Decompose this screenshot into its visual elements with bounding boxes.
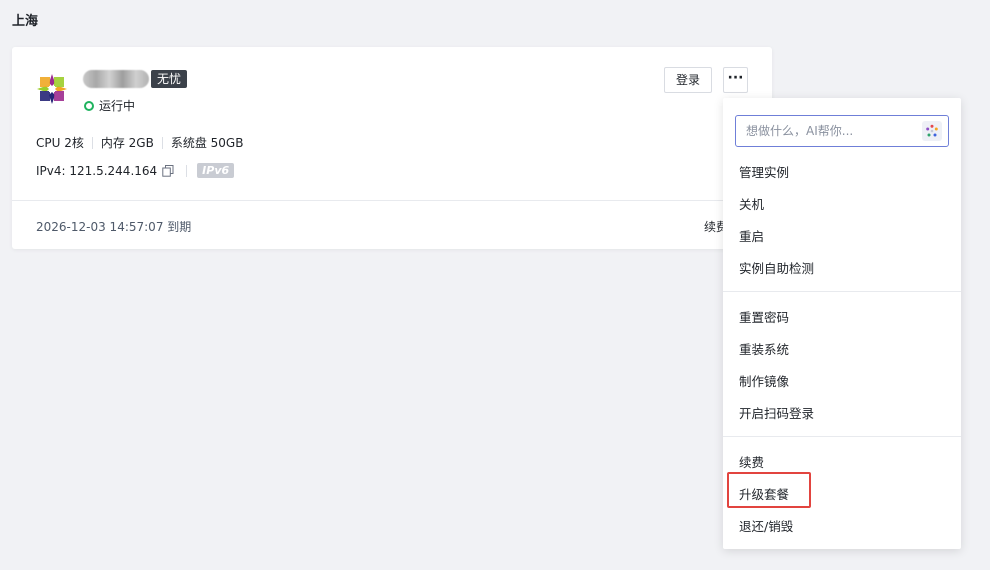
spec-divider [91, 136, 93, 149]
menu-divider [723, 291, 961, 292]
ip-row: IPv4: 121.5.244.164 IPv6 [36, 163, 235, 178]
menu-item-self-check[interactable]: 实例自助检测 [739, 258, 814, 277]
spec-disk: 系统盘 50GB [170, 136, 244, 150]
card-divider [12, 200, 772, 201]
instance-card: 无忧 运行中 CPU 2核 内存 2GB 系统盘 50GB IPv4: 121.… [12, 47, 772, 249]
menu-divider [723, 436, 961, 437]
ipv4-address: IPv4: 121.5.244.164 [36, 163, 158, 178]
instance-name-redacted [83, 70, 149, 88]
actions-dropdown-menu: 管理实例 关机 重启 实例自助检测 重置密码 重装系统 制作镜像 开启扫码登录 … [723, 98, 961, 549]
spec-memory: 内存 2GB [100, 136, 154, 150]
menu-item-upgrade-plan[interactable]: 升级套餐 [739, 484, 789, 503]
login-button[interactable]: 登录 [664, 67, 712, 93]
menu-item-enable-qr-login[interactable]: 开启扫码登录 [739, 403, 814, 422]
menu-item-manage-instance[interactable]: 管理实例 [739, 162, 789, 181]
menu-item-reinstall-system[interactable]: 重装系统 [739, 339, 789, 358]
menu-item-shutdown[interactable]: 关机 [739, 194, 764, 213]
ai-assistant-box [735, 115, 949, 147]
spec-divider [161, 136, 163, 149]
centos-logo-icon [37, 74, 67, 104]
instance-status: 运行中 [84, 97, 135, 114]
ipv6-badge: IPv6 [197, 163, 235, 178]
status-text: 运行中 [99, 99, 136, 113]
status-running-icon [84, 100, 94, 111]
ip-divider [186, 164, 188, 177]
spec-cpu: CPU 2核 [36, 136, 84, 150]
menu-item-renew[interactable]: 续费 [739, 452, 764, 471]
more-actions-button[interactable]: ··· [723, 67, 748, 93]
menu-item-reset-password[interactable]: 重置密码 [739, 307, 789, 326]
menu-item-create-image[interactable]: 制作镜像 [739, 371, 789, 390]
region-title: 上海 [12, 14, 39, 29]
instance-tag-badge: 无忧 [151, 70, 188, 88]
menu-item-return-destroy[interactable]: 退还/销毁 [739, 516, 793, 535]
ai-sparkle-icon[interactable] [922, 121, 942, 141]
ai-assistant-input[interactable] [736, 124, 916, 138]
copy-icon[interactable] [162, 164, 174, 177]
instance-specs: CPU 2核 内存 2GB 系统盘 50GB [36, 134, 243, 151]
menu-item-restart[interactable]: 重启 [739, 226, 764, 245]
expire-time: 2026-12-03 14:57:07 到期 [36, 220, 192, 234]
